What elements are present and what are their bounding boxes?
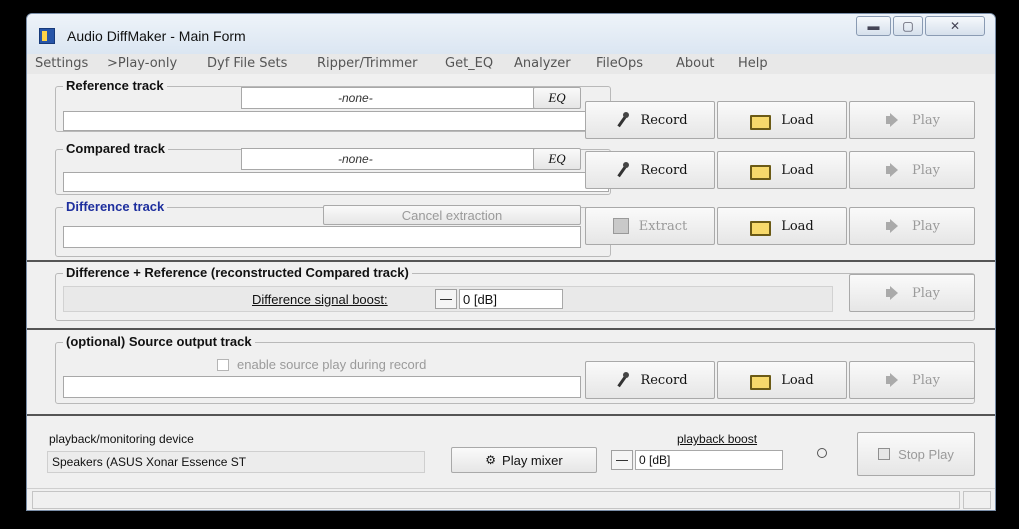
- extract-button[interactable]: Extract: [585, 207, 715, 245]
- reference-play-button[interactable]: Play: [849, 101, 975, 139]
- source-load-button[interactable]: Load: [717, 361, 847, 399]
- reference-record-button[interactable]: Record: [585, 101, 715, 139]
- difference-load-button[interactable]: Load: [717, 207, 847, 245]
- minimize-icon: ▬: [867, 19, 880, 33]
- folder-icon: [750, 374, 772, 390]
- separator: [27, 260, 995, 262]
- source-play-button[interactable]: Play: [849, 361, 975, 399]
- folder-icon: [750, 114, 772, 130]
- close-icon: ✕: [949, 19, 961, 33]
- reference-track-label: Reference track: [63, 78, 167, 93]
- diff-ref-label: Difference + Reference (reconstructed Co…: [63, 265, 412, 280]
- playback-boost-field[interactable]: 0 [dB]: [635, 450, 783, 470]
- compared-track-label: Compared track: [63, 141, 168, 156]
- cancel-extraction-button[interactable]: Cancel extraction: [323, 205, 581, 225]
- reference-source-field[interactable]: -none-: [241, 87, 577, 109]
- difference-boost-label: Difference signal boost:: [252, 292, 388, 307]
- folder-icon: [750, 164, 772, 180]
- enable-source-play-label: enable source play during record: [237, 357, 427, 372]
- reference-source-text: -none-: [338, 91, 373, 105]
- menu-dyf-file-sets[interactable]: Dyf File Sets: [207, 56, 287, 71]
- device-field[interactable]: Speakers (ASUS Xonar Essence ST: [47, 451, 425, 473]
- source-output-path-field[interactable]: [63, 376, 581, 398]
- menu-about[interactable]: About: [676, 56, 714, 71]
- diff-ref-play-button[interactable]: Play: [849, 274, 975, 312]
- folder-icon: [750, 220, 772, 236]
- source-record-button[interactable]: Record: [585, 361, 715, 399]
- menu-analyzer[interactable]: Analyzer: [514, 56, 571, 71]
- maximize-button[interactable]: ▢: [893, 16, 923, 36]
- speaker-icon: [884, 218, 902, 234]
- mixer-icon: ⚙: [485, 453, 497, 467]
- device-label: playback/monitoring device: [49, 432, 194, 446]
- reference-eq-button[interactable]: EQ: [533, 87, 581, 109]
- maximize-icon: ▢: [902, 19, 914, 33]
- microphone-icon: [612, 162, 630, 178]
- difference-track-label: Difference track: [63, 199, 168, 214]
- reference-path-field[interactable]: [63, 111, 609, 131]
- menu-get-eq[interactable]: Get_EQ: [445, 56, 493, 71]
- speaker-icon: [884, 162, 902, 178]
- difference-path-field[interactable]: [63, 226, 581, 248]
- compared-eq-button[interactable]: EQ: [533, 148, 581, 170]
- difference-play-button[interactable]: Play: [849, 207, 975, 245]
- stop-icon: [612, 218, 629, 234]
- menu-bar: Settings >Play-only Dyf File Sets Ripper…: [27, 54, 995, 74]
- separator: [27, 414, 995, 416]
- close-button[interactable]: ✕: [925, 16, 985, 36]
- speaker-icon: [884, 372, 902, 388]
- play-mixer-button[interactable]: ⚙ Play mixer: [451, 447, 597, 473]
- playback-boost-stepper[interactable]: [611, 450, 633, 470]
- compared-source-field[interactable]: -none-: [241, 148, 577, 170]
- menu-help[interactable]: Help: [738, 56, 768, 71]
- status-indicator: [817, 448, 827, 458]
- app-icon: [39, 28, 55, 44]
- menu-fileops[interactable]: FileOps: [596, 56, 643, 71]
- difference-boost-field[interactable]: 0 [dB]: [459, 289, 563, 309]
- window-title: Audio DiffMaker - Main Form: [67, 28, 246, 44]
- status-bar: [27, 488, 995, 510]
- compared-play-button[interactable]: Play: [849, 151, 975, 189]
- menu-play-only[interactable]: >Play-only: [107, 56, 177, 71]
- enable-source-play-checkbox[interactable]: [217, 359, 229, 371]
- microphone-icon: [612, 372, 630, 388]
- microphone-icon: [612, 112, 630, 128]
- main-window: Audio DiffMaker - Main Form ▬ ▢ ✕ Settin…: [26, 13, 996, 511]
- difference-boost-stepper[interactable]: [435, 289, 457, 309]
- title-bar: Audio DiffMaker - Main Form ▬ ▢ ✕: [27, 14, 995, 54]
- speaker-icon: [884, 112, 902, 128]
- compared-record-button[interactable]: Record: [585, 151, 715, 189]
- playback-boost-label: playback boost: [677, 432, 758, 446]
- stop-icon: [878, 448, 891, 460]
- compared-path-field[interactable]: [63, 172, 609, 192]
- menu-ripper-trimmer[interactable]: Ripper/Trimmer: [317, 56, 418, 71]
- speaker-icon: [884, 285, 902, 301]
- menu-settings[interactable]: Settings: [35, 56, 88, 71]
- source-output-label: (optional) Source output track: [63, 334, 255, 349]
- status-panel-small: [963, 491, 991, 509]
- separator: [27, 328, 995, 330]
- status-panel: [32, 491, 960, 509]
- compared-source-text: -none-: [338, 152, 373, 166]
- reference-load-button[interactable]: Load: [717, 101, 847, 139]
- compared-load-button[interactable]: Load: [717, 151, 847, 189]
- minimize-button[interactable]: ▬: [856, 16, 891, 36]
- stop-play-button[interactable]: Stop Play: [857, 432, 975, 476]
